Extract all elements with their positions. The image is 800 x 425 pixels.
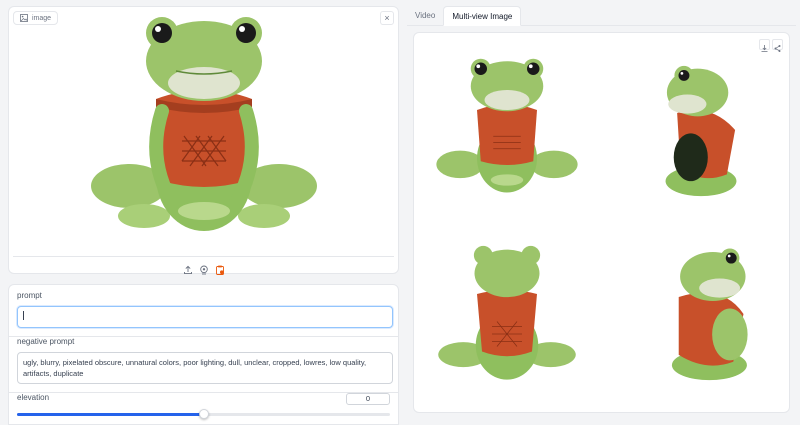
- tab-video[interactable]: Video: [407, 6, 443, 25]
- form-block: prompt negative prompt ugly, blurry, pix…: [8, 284, 399, 425]
- elevation-slider-fill: [17, 413, 204, 416]
- prompt-field: prompt: [9, 291, 398, 337]
- image-label: image: [13, 11, 59, 25]
- image-icon: [20, 14, 28, 22]
- image-label-text: image: [32, 14, 52, 22]
- gallery-toolbar: [759, 39, 783, 52]
- output-tabs: Video Multi-view Image: [407, 6, 796, 26]
- view-three-quarter: [671, 248, 748, 381]
- elevation-label: elevation: [17, 393, 50, 402]
- prompt-input[interactable]: [17, 306, 393, 328]
- download-icon[interactable]: [759, 39, 770, 52]
- share-icon[interactable]: [772, 39, 783, 52]
- elevation-slider[interactable]: [17, 409, 390, 419]
- text-caret: [23, 311, 24, 320]
- clipboard-icon[interactable]: [215, 262, 225, 275]
- frog-image: [90, 17, 317, 231]
- image-divider: [13, 256, 394, 257]
- image-source-toolbar: [9, 262, 398, 275]
- left-column: image ×: [8, 6, 399, 275]
- input-image-block: image ×: [8, 6, 399, 275]
- prompt-label: prompt: [17, 291, 42, 300]
- negative-prompt-field: negative prompt ugly, blurry, pixelated …: [9, 337, 398, 393]
- view-back: [438, 245, 576, 380]
- view-side: [665, 65, 737, 197]
- elevation-slider-thumb[interactable]: [198, 409, 209, 419]
- webcam-icon[interactable]: [199, 262, 209, 275]
- output-panel: Video Multi-view Image: [407, 6, 796, 413]
- close-icon[interactable]: ×: [380, 11, 394, 25]
- negative-prompt-label: negative prompt: [17, 337, 75, 346]
- upload-icon[interactable]: [183, 262, 193, 275]
- input-image: [9, 7, 398, 255]
- elevation-field: elevation 0: [9, 393, 398, 425]
- elevation-number-input[interactable]: 0: [346, 393, 390, 405]
- negative-prompt-input[interactable]: ugly, blurry, pixelated obscure, unnatur…: [17, 352, 393, 384]
- multi-view-gallery: [413, 32, 790, 413]
- view-front: [436, 58, 578, 193]
- tab-multi-view-image[interactable]: Multi-view Image: [443, 6, 522, 26]
